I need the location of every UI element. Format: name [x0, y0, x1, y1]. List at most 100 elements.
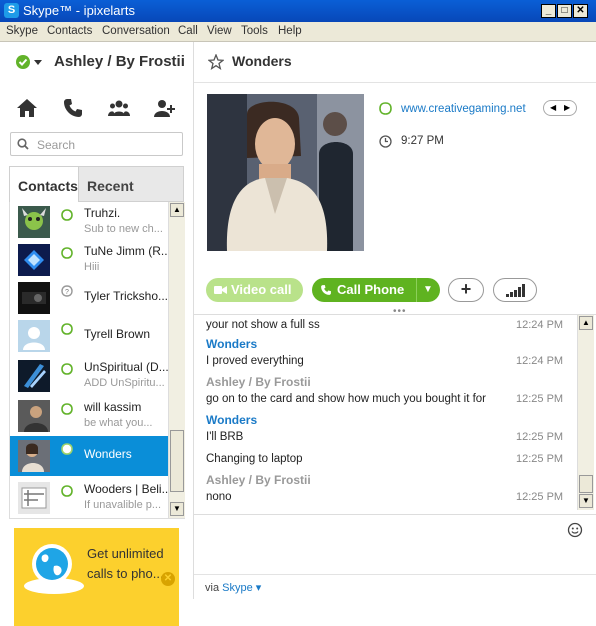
via-label: via: [205, 582, 220, 594]
video-call-button[interactable]: Video call: [206, 278, 303, 302]
message-text: Changing to laptop: [206, 453, 303, 465]
scroll-thumb[interactable]: [170, 430, 184, 492]
button-divider: [416, 278, 417, 302]
contact-name: TuNe Jimm (R...: [84, 244, 168, 258]
status-online-icon[interactable]: [15, 54, 31, 70]
menu-call[interactable]: Call: [178, 25, 198, 37]
window-title: Skype™ - ipixelarts: [23, 3, 135, 18]
contact-list-scrollbar[interactable]: ▲ ▼: [168, 202, 185, 518]
contact-name: Tyler Tricksho...: [84, 289, 168, 303]
maximize-button[interactable]: □: [557, 4, 572, 18]
promo-text: Get unlimited calls to pho...: [87, 546, 164, 581]
menu-conversation[interactable]: Conversation: [102, 25, 170, 37]
message-text: your not show a full ss: [206, 319, 320, 331]
contacts-group-icon[interactable]: [108, 97, 130, 119]
message-time: 12:25 PM: [516, 431, 564, 443]
scroll-thumb[interactable]: [579, 475, 593, 493]
message-input[interactable]: [194, 514, 596, 575]
title-bar: S Skype™ - ipixelarts _ □ ✕: [0, 0, 596, 22]
skype-logo-icon: S: [4, 3, 19, 18]
phone-icon: [321, 285, 331, 295]
menu-skype[interactable]: Skype: [6, 25, 38, 37]
message-sender[interactable]: Ashley / By Frostii: [206, 375, 311, 389]
online-status-icon: [61, 363, 73, 375]
contact-item-selected[interactable]: Wonders: [10, 436, 168, 476]
contact-name: Truhzi.: [84, 206, 121, 220]
add-contact-icon[interactable]: [154, 97, 176, 119]
contact-item[interactable]: will kassim be what you...: [10, 396, 168, 436]
tab-contacts-label: Contacts: [18, 178, 78, 194]
signal-strength-icon: [506, 284, 525, 297]
message-time: 12:25 PM: [516, 491, 564, 503]
favorite-star-icon[interactable]: [208, 54, 224, 70]
left-pane: Ashley / By Frostii Search Contacts Rece…: [0, 42, 192, 626]
add-to-conversation-button[interactable]: +: [448, 278, 484, 302]
emoticon-icon[interactable]: [567, 522, 583, 538]
message-sender[interactable]: Ashley / By Frostii: [206, 473, 311, 487]
phone-icon[interactable]: [62, 97, 84, 119]
avatar: [18, 244, 50, 276]
contact-photo: [207, 94, 364, 251]
header-divider: [194, 82, 596, 83]
svg-text:?: ?: [65, 289, 69, 296]
scroll-up-button[interactable]: ▲: [170, 203, 184, 217]
message-time: 12:25 PM: [516, 453, 564, 465]
via-service-dropdown[interactable]: Skype ▾: [222, 582, 261, 594]
contact-mood: Hiii: [84, 261, 100, 273]
contact-name: UnSpiritual (D...: [84, 360, 168, 374]
unknown-status-icon: ?: [61, 285, 73, 297]
call-phone-label: Call Phone: [337, 282, 405, 297]
online-status-icon: [61, 403, 73, 415]
globe-icon: [24, 544, 84, 594]
profile-pager[interactable]: ◀ ▶: [543, 100, 577, 116]
message-time: 12:24 PM: [516, 319, 564, 331]
minimize-button[interactable]: _: [541, 4, 556, 18]
contact-item[interactable]: UnSpiritual (D... ADD UnSpiritu...: [10, 356, 168, 396]
next-arrow-icon[interactable]: ▶: [564, 103, 570, 112]
home-icon[interactable]: [16, 97, 38, 119]
contact-local-time: 9:27 PM: [401, 135, 444, 147]
prev-arrow-icon[interactable]: ◀: [550, 103, 556, 112]
search-icon: [17, 138, 29, 150]
scroll-down-button[interactable]: ▼: [579, 494, 593, 508]
scroll-down-button[interactable]: ▼: [170, 502, 184, 516]
contact-item[interactable]: ? Tyler Tricksho...: [10, 278, 168, 318]
contact-item[interactable]: Tyrell Brown: [10, 316, 168, 356]
contact-mood: Sub to new ch...: [84, 223, 163, 235]
close-button[interactable]: ✕: [573, 4, 588, 18]
search-input[interactable]: Search: [37, 138, 75, 152]
message-text: nono: [206, 491, 232, 503]
message-sender[interactable]: Wonders: [206, 413, 257, 427]
menu-tools[interactable]: Tools: [241, 25, 268, 37]
avatar: [18, 482, 50, 514]
via-service-label: Skype: [222, 582, 253, 594]
contact-mood: be what you...: [84, 417, 153, 429]
contact-tabs: Contacts Recent: [9, 166, 184, 202]
tab-contacts[interactable]: Contacts: [10, 167, 79, 202]
call-phone-button[interactable]: Call Phone ▼: [312, 278, 440, 302]
contact-item[interactable]: Truhzi. Sub to new ch...: [10, 202, 168, 242]
menu-contacts[interactable]: Contacts: [47, 25, 92, 37]
contact-item[interactable]: Wooders | Beli... If unavalible p...: [10, 478, 168, 518]
message-sender[interactable]: Wonders: [206, 337, 257, 351]
contact-website-link[interactable]: www.creativegaming.net: [401, 103, 526, 115]
video-call-label: Video call: [231, 282, 292, 297]
menu-bar: Skype Contacts Conversation Call View To…: [0, 22, 596, 42]
close-promo-icon[interactable]: ✕: [161, 572, 175, 586]
profile-name[interactable]: Ashley / By Frostii: [54, 53, 185, 70]
search-box[interactable]: Search: [10, 132, 183, 156]
status-dropdown-icon[interactable]: [34, 60, 42, 65]
call-quality-button[interactable]: [493, 278, 537, 302]
menu-help[interactable]: Help: [278, 25, 302, 37]
avatar: [18, 206, 50, 238]
online-status-icon: [61, 247, 73, 259]
online-status-icon: [61, 209, 73, 221]
avatar: [18, 320, 50, 352]
scroll-up-button[interactable]: ▲: [579, 316, 593, 330]
contact-item[interactable]: TuNe Jimm (R... Hiii: [10, 240, 168, 280]
menu-view[interactable]: View: [207, 25, 232, 37]
tab-recent-label: Recent: [87, 178, 134, 194]
promo-banner[interactable]: Get unlimited calls to pho... ✕: [14, 528, 179, 626]
message-scrollbar[interactable]: ▲ ▼: [577, 315, 594, 510]
call-options-dropdown-icon[interactable]: ▼: [423, 284, 433, 295]
